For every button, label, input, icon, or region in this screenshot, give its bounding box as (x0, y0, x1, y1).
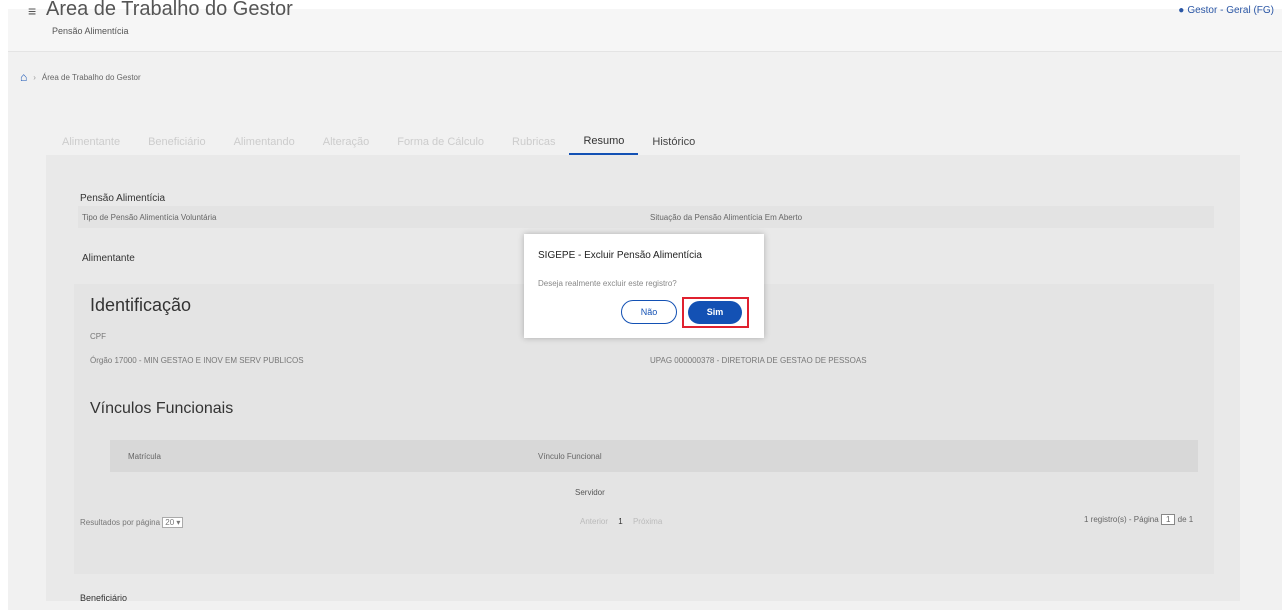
no-button[interactable]: Não (621, 300, 677, 324)
confirm-dialog: SIGEPE - Excluir Pensão Alimentícia Dese… (524, 234, 764, 338)
yes-button[interactable]: Sim (688, 301, 742, 324)
dialog-message: Deseja realmente excluir este registro? (538, 279, 677, 288)
dialog-title: SIGEPE - Excluir Pensão Alimentícia (538, 250, 702, 261)
